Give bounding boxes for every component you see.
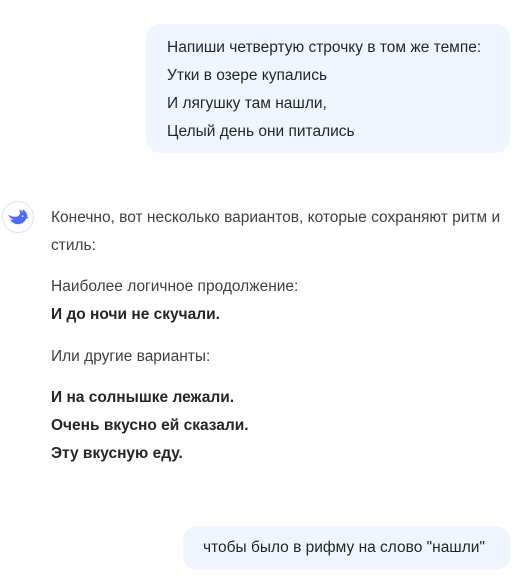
user-message-bubble: Напиши четвертую строчку в том же темпе:… — [146, 24, 510, 153]
user-message-line: Напиши четвертую строчку в том же темпе: — [167, 39, 482, 56]
other-variants-label: Или другие варианты: — [51, 348, 211, 365]
user-message-bubble: чтобы было в рифму на слово "нашли" — [183, 526, 510, 570]
other-variant: Эту вкусную еду. — [51, 445, 183, 462]
assistant-intro: Конечно, вот несколько вариантов, которы… — [51, 209, 501, 254]
user-message-line: Утки в озере купались — [167, 67, 328, 84]
user-message-text: чтобы было в рифму на слово "нашли" — [203, 539, 485, 556]
other-variant: И на солнышке лежали. — [51, 389, 235, 406]
other-variant: Очень вкусно ей сказали. — [51, 417, 249, 434]
chat-thread: Напиши четвертую строчку в том же темпе:… — [0, 0, 517, 576]
assistant-avatar — [2, 201, 34, 233]
assistant-message: Конечно, вот несколько вариантов, которы… — [51, 204, 511, 468]
logical-label: Наиболее логичное продолжение: — [51, 278, 299, 295]
logical-variant: И до ночи не скучали. — [51, 306, 220, 323]
whale-logo-icon — [8, 209, 29, 225]
user-message-line: И лягушку там нашли, — [167, 95, 327, 112]
user-message-line: Целый день они питались — [167, 123, 355, 140]
